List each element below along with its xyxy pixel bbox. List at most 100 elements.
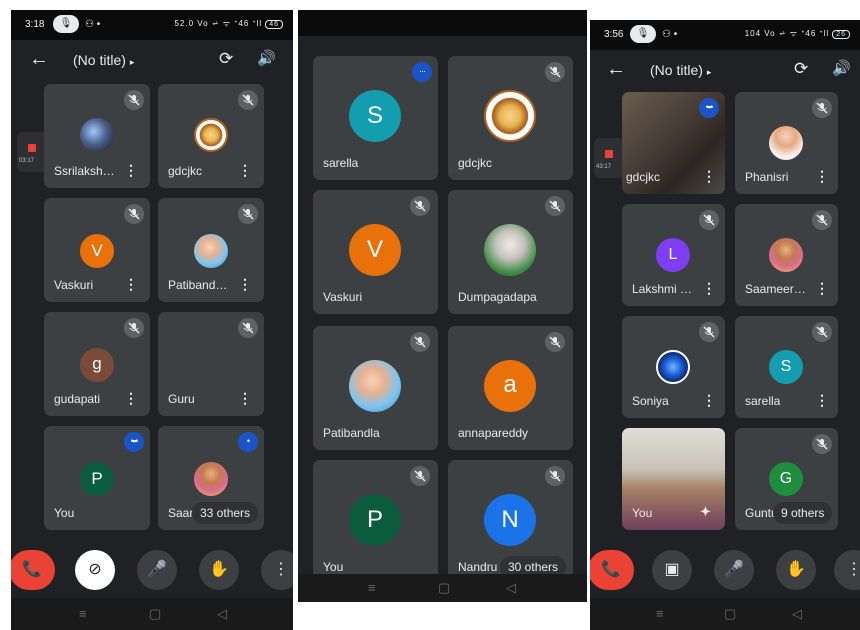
meeting-title[interactable]: (No title) ▸ bbox=[650, 62, 711, 78]
avatar-photo bbox=[349, 360, 401, 412]
participant-tile-self[interactable]: •▪• P You bbox=[44, 426, 150, 530]
participant-tile-video[interactable]: •▪• gdcjkc ⋮ bbox=[622, 92, 725, 194]
participant-tile-self-video[interactable]: You ✦ bbox=[622, 428, 725, 530]
participant-tile[interactable]: gdcjkc ⋮ bbox=[158, 84, 264, 188]
participant-tile-self[interactable]: P You bbox=[313, 460, 438, 584]
back-arrow-icon[interactable]: ← bbox=[606, 58, 626, 81]
raise-hand-button[interactable]: ✋ bbox=[199, 550, 239, 590]
more-options-icon[interactable]: ⋮ bbox=[815, 168, 829, 185]
status-time: 3:56 bbox=[604, 29, 624, 40]
camera-off-button[interactable]: ⊘ bbox=[75, 550, 115, 590]
mic-off-icon bbox=[410, 466, 430, 486]
participant-tile[interactable]: S sarella ⋮ bbox=[735, 316, 838, 418]
status-bar: 3:18 🎙 ⚇ • 52.0 Vo ⩫ ᯤ ᐩ46 ᐩll 46 bbox=[11, 10, 293, 40]
speaker-icon[interactable]: 🔊 bbox=[832, 59, 851, 77]
mic-off-icon bbox=[124, 204, 144, 224]
participant-tile[interactable]: a annapareddy bbox=[448, 326, 573, 450]
participant-tile[interactable]: Soniya ⋮ bbox=[622, 316, 725, 418]
participant-tile[interactable]: Guru ⋮ bbox=[158, 312, 264, 416]
more-options-icon[interactable]: ⋮ bbox=[124, 162, 138, 179]
participant-name: Phanisri bbox=[745, 170, 789, 184]
raise-hand-button[interactable]: ✋ bbox=[776, 550, 816, 590]
more-options-icon[interactable]: ⋮ bbox=[124, 390, 138, 407]
participant-tile[interactable]: V Vaskuri bbox=[313, 190, 438, 314]
participant-tile[interactable]: Phanisri ⋮ bbox=[735, 92, 838, 194]
status-signal: 104 Vo ⩫ ᯤ ᐩ46 ᐩll 26 bbox=[745, 28, 850, 39]
more-options-button[interactable]: ⋮ bbox=[834, 550, 860, 590]
system-nav-bar: ≡ ▢ ◁ bbox=[11, 598, 293, 630]
mic-off-icon bbox=[238, 204, 258, 224]
mic-indicator-icon: 🎙 bbox=[630, 25, 656, 43]
more-options-button[interactable]: ⋮ bbox=[261, 550, 293, 590]
flip-camera-icon[interactable]: ⟳ bbox=[219, 49, 233, 69]
participant-tile[interactable]: Ssrilaksh… ⋮ bbox=[44, 84, 150, 188]
more-options-icon[interactable]: ⋮ bbox=[702, 392, 716, 409]
menu-nav-icon[interactable]: ≡ bbox=[656, 606, 664, 621]
microphone-button[interactable]: 🎤 bbox=[137, 550, 177, 590]
microphone-button[interactable]: 🎤 bbox=[714, 550, 754, 590]
participant-tile[interactable]: G Guntu 9 others bbox=[735, 428, 838, 530]
others-count-chip[interactable]: 9 others bbox=[773, 502, 833, 524]
speaker-icon[interactable]: 🔊 bbox=[257, 49, 276, 67]
status-misc-icons: ⚇ • bbox=[662, 29, 678, 40]
participant-tile[interactable]: Saameer… ⋮ bbox=[735, 204, 838, 306]
more-options-icon[interactable]: ⋮ bbox=[238, 276, 252, 293]
meet-screen-1: 3:18 🎙 ⚇ • 52.0 Vo ⩫ ᯤ ᐩ46 ᐩll 46 ← (No t… bbox=[11, 10, 293, 630]
participant-tile[interactable]: ··· S sarella bbox=[313, 56, 438, 180]
back-arrow-icon[interactable]: ← bbox=[29, 48, 49, 71]
mic-off-icon bbox=[812, 98, 832, 118]
end-call-button[interactable]: 📞 bbox=[11, 550, 55, 590]
back-nav-icon[interactable]: ◁ bbox=[792, 606, 802, 622]
others-count-chip[interactable]: 33 others bbox=[192, 502, 259, 524]
avatar-initial: a bbox=[484, 360, 536, 412]
mic-off-icon bbox=[124, 90, 144, 110]
mic-off-icon bbox=[699, 322, 719, 342]
participant-tile[interactable]: Dumpagadapa bbox=[448, 190, 573, 314]
avatar-photo bbox=[80, 118, 114, 152]
more-options-icon[interactable]: ⋮ bbox=[815, 280, 829, 297]
participant-tile[interactable]: Patiband… ⋮ bbox=[158, 198, 264, 302]
participant-tile[interactable]: Patibandla bbox=[313, 326, 438, 450]
recording-time: 43:17 bbox=[596, 164, 612, 170]
effects-sparkle-icon[interactable]: ✦ bbox=[700, 504, 711, 520]
more-options-icon[interactable]: ⋮ bbox=[702, 280, 716, 297]
flip-camera-icon[interactable]: ⟳ bbox=[794, 59, 808, 79]
participant-name: Saameer… bbox=[745, 282, 806, 296]
meeting-title[interactable]: (No title) ▸ bbox=[73, 52, 134, 68]
camera-button[interactable]: ▣ bbox=[652, 550, 692, 590]
participant-tile[interactable]: N Nandru 30 others bbox=[448, 460, 573, 584]
call-top-bar: ← (No title) ▸ ⟳ 🔊 bbox=[11, 44, 293, 78]
back-nav-icon[interactable]: ◁ bbox=[506, 580, 516, 596]
avatar-initial: N bbox=[484, 494, 536, 546]
mic-off-icon bbox=[410, 332, 430, 352]
end-call-button[interactable]: 📞 bbox=[590, 550, 634, 590]
meet-screen-3: 3:56 🎙 ⚇ • 104 Vo ⩫ ᯤ ᐩ46 ᐩll 26 ← (No ti… bbox=[590, 20, 860, 630]
menu-nav-icon[interactable]: ≡ bbox=[79, 606, 87, 621]
more-options-icon[interactable]: ⋮ bbox=[238, 162, 252, 179]
avatar-initial: G bbox=[769, 462, 803, 496]
participant-name: You bbox=[323, 560, 344, 574]
participant-tile[interactable]: L Lakshmi … ⋮ bbox=[622, 204, 725, 306]
mic-off-icon bbox=[238, 318, 258, 338]
participant-tile[interactable]: • Saar 33 others bbox=[158, 426, 264, 530]
home-nav-icon[interactable]: ▢ bbox=[438, 580, 450, 596]
avatar-emblem bbox=[484, 90, 536, 142]
menu-nav-icon[interactable]: ≡ bbox=[368, 580, 376, 595]
more-options-icon[interactable]: ⋮ bbox=[238, 390, 252, 407]
more-options-icon[interactable]: ⋮ bbox=[124, 276, 138, 293]
home-nav-icon[interactable]: ▢ bbox=[724, 606, 736, 622]
home-nav-icon[interactable]: ▢ bbox=[149, 606, 161, 622]
back-nav-icon[interactable]: ◁ bbox=[217, 606, 227, 622]
avatar-emblem bbox=[194, 118, 228, 152]
more-options-icon[interactable]: ⋮ bbox=[702, 168, 716, 185]
call-top-bar: ← (No title) ▸ ⟳ 🔊 bbox=[590, 54, 860, 88]
participant-tile[interactable]: V Vaskuri ⋮ bbox=[44, 198, 150, 302]
participant-name: gudapati bbox=[54, 392, 101, 406]
more-options-icon[interactable]: ⋮ bbox=[815, 392, 829, 409]
speaking-indicator-icon: ··· bbox=[412, 62, 432, 82]
mic-off-icon bbox=[699, 210, 719, 230]
participant-name: Vaskuri bbox=[54, 278, 94, 292]
participant-tile[interactable]: g gudapati ⋮ bbox=[44, 312, 150, 416]
participant-tile[interactable]: gdcjkc bbox=[448, 56, 573, 180]
mic-off-icon bbox=[545, 196, 565, 216]
